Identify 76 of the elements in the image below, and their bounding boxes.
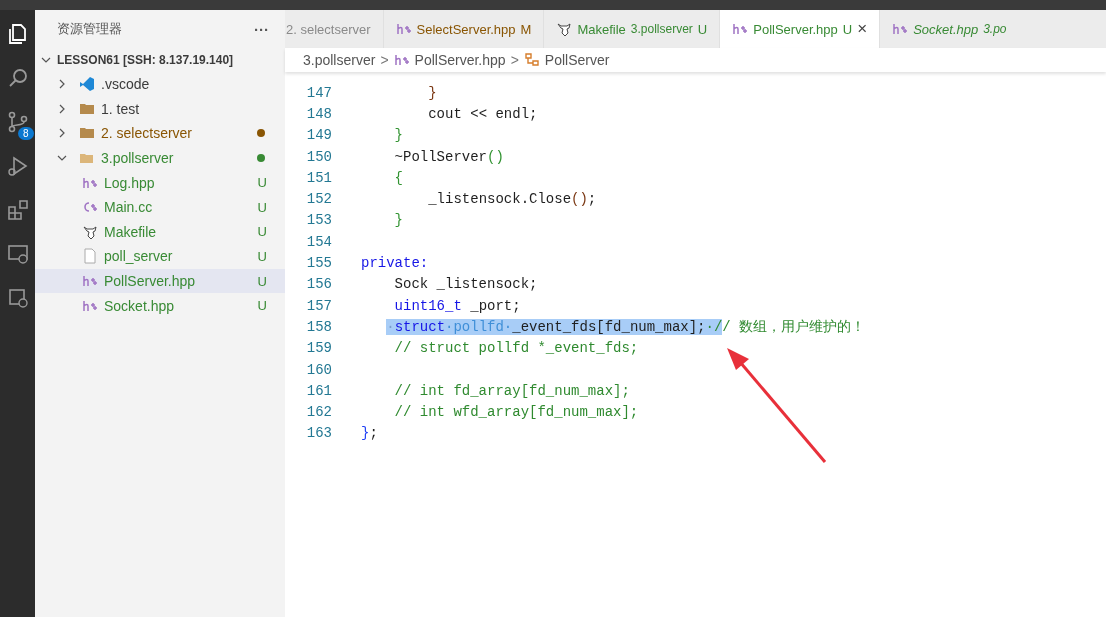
line-number: 150 [305, 148, 332, 165]
line-number: 159 [305, 340, 332, 357]
tree-item[interactable]: Main.cc U [35, 194, 285, 220]
line-number: 161 [305, 382, 332, 399]
class-icon [523, 52, 540, 68]
breadcrumb-separator: > [510, 52, 519, 68]
code-line: } [393, 212, 403, 229]
breadcrumb-item[interactable]: PollServer.hpp [414, 52, 506, 68]
code-line: // struct pollfd *_event_fds; [393, 340, 639, 357]
tree-item[interactable]: .vscode [35, 72, 285, 97]
line-number: 156 [305, 276, 332, 293]
vscode-icon [79, 76, 95, 93]
editor-tab[interactable]: PollServer.hpp U × [720, 10, 881, 48]
file-icon [82, 248, 98, 265]
tree-item[interactable]: 3.pollserver [35, 145, 285, 171]
line-number: 157 [305, 297, 332, 314]
code-line: } [393, 127, 403, 144]
chevron-icon[interactable] [57, 79, 67, 90]
run-debug-icon[interactable] [5, 154, 30, 178]
code-line: // int fd_array[fd_num_max]; [393, 382, 630, 399]
explorer-title: 资源管理器 [57, 20, 122, 38]
code-line: private: [361, 255, 429, 271]
git-status: U [257, 224, 267, 240]
git-status: U [257, 273, 267, 289]
tree-item[interactable]: Log.hpp U [35, 170, 285, 195]
tree-item[interactable]: 1. test [35, 96, 285, 122]
line-number: 147 [305, 84, 332, 101]
code-line: // int wfd_array[fd_num_max]; [393, 404, 639, 421]
tree-item[interactable]: 2. selectserver [35, 121, 285, 146]
code-line: { [393, 169, 403, 186]
remote-explorer-icon[interactable] [5, 242, 30, 266]
code-line: } [427, 84, 437, 101]
line-number: 155 [305, 255, 332, 271]
breadcrumb-item[interactable]: 3.pollserver [303, 52, 376, 68]
tree-item[interactable]: Makefile U [35, 219, 285, 245]
count-badge: 8 [17, 127, 34, 140]
git-status: U [257, 248, 267, 264]
chevron-icon[interactable] [57, 128, 67, 139]
chevron-icon[interactable] [41, 55, 51, 65]
code-line: uint16_t _port; [393, 297, 521, 314]
chevron-icon[interactable] [57, 103, 67, 114]
git-status: U [257, 298, 267, 314]
code-line: ·struct·pollfd·_event_fds[fd_num_max];·// 数组，用户维护的！ [385, 317, 866, 336]
code-line: ~PollServer() [393, 148, 504, 165]
header-file-icon [395, 21, 412, 37]
line-number: 152 [305, 191, 332, 208]
header-file-icon [393, 52, 410, 68]
breadcrumb-item[interactable]: PollServer [544, 52, 610, 68]
line-number: 160 [305, 361, 332, 378]
close-icon[interactable]: × [857, 19, 868, 39]
workspace-folder[interactable]: LESSON61 [SSH: 8.137.19.140] [57, 53, 234, 67]
line-number: 154 [305, 233, 332, 250]
git-status: U [257, 199, 267, 215]
line-number: 162 [305, 404, 332, 421]
tree-item[interactable]: PollServer.hpp U [35, 268, 285, 294]
code-line: cout << endl; [427, 105, 538, 122]
line-number: 158 [305, 318, 332, 335]
line-number: 163 [305, 425, 332, 442]
editor-tab[interactable]: 2. selectserver [285, 10, 384, 48]
more-actions[interactable]: ··· [254, 20, 269, 38]
line-number: 151 [305, 169, 332, 186]
git-status: U [257, 175, 267, 191]
gnu-icon [82, 223, 98, 240]
tree-item[interactable]: Socket.hpp U [35, 293, 285, 318]
tree-item[interactable]: poll_server U [35, 244, 285, 269]
line-number: 153 [305, 212, 332, 229]
code-line: }; [361, 425, 378, 442]
line-number: 149 [305, 127, 332, 144]
breadcrumb-separator: > [380, 52, 389, 68]
gnu-icon [556, 21, 573, 37]
header-file-icon [732, 21, 749, 37]
code-line: Sock _listensock; [393, 276, 538, 293]
line-number: 148 [305, 105, 332, 122]
code-line: _listensock.Close(); [427, 191, 597, 208]
extensions-icon[interactable] [5, 198, 30, 222]
header-file-icon [892, 21, 909, 37]
